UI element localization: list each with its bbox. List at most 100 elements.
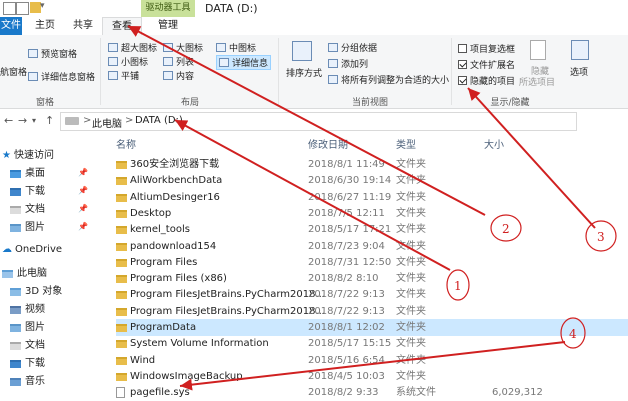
sort-icon (292, 41, 312, 61)
l-icons-button[interactable]: 大图标 (163, 41, 203, 54)
file-type: 系统文件 (396, 387, 436, 399)
table-row[interactable]: Wind 2018/5/16 6:54 文件夹 (116, 352, 628, 369)
file-name: 360安全浏览器下载 (130, 159, 220, 170)
nav-label: 快速访问 (13, 150, 54, 161)
preview-pane-button[interactable]: 预览窗格 (28, 47, 77, 60)
table-row[interactable]: pandownload154 2018/7/23 9:04 文件夹 (116, 238, 628, 255)
window-title: DATA (D:) (205, 2, 258, 15)
nav-pictures-2[interactable]: 图片 (10, 320, 45, 336)
sort-button[interactable]: 排序方式 (286, 66, 322, 79)
hide-selected-icon (530, 40, 546, 60)
table-row[interactable]: 360安全浏览器下载 2018/8/1 11:49 文件夹 (116, 156, 628, 173)
forward-icon[interactable]: → (18, 114, 27, 127)
nav-downloads[interactable]: 下载 (10, 184, 45, 200)
add-column-button[interactable]: 添加列 (328, 57, 368, 70)
nav-label: 文档 (25, 204, 45, 215)
nav-3d-objects[interactable]: 3D 对象 (10, 284, 62, 300)
tab-view[interactable]: 查看 (102, 17, 142, 37)
preview-pane-icon (28, 49, 38, 58)
checkbox-icon[interactable] (16, 2, 29, 15)
file-name: Program FilesJetBrains.PyCharm2018... (130, 305, 325, 317)
folder-icon (116, 226, 127, 235)
nav-music[interactable]: 音乐 (10, 374, 45, 390)
quick-access-icon[interactable] (3, 2, 16, 15)
up-icon[interactable]: ↑ (45, 114, 54, 127)
file-type: 文件夹 (396, 240, 426, 252)
table-row[interactable]: System Volume Information 2018/5/17 15:15… (116, 335, 628, 352)
nav-videos[interactable]: 视频 (10, 302, 45, 318)
column-header-size[interactable]: 大小 (484, 136, 504, 151)
address-input[interactable]: > 此电脑 > DATA (D:) (60, 112, 577, 131)
column-header-date[interactable]: 修改日期 (308, 136, 348, 151)
table-row[interactable]: Program Files (x86) 2018/8/2 8:10 文件夹 (116, 270, 628, 287)
details-pane-button[interactable]: 详细信息窗格 (28, 70, 95, 83)
breadcrumb-this-pc[interactable]: 此电脑 (92, 115, 122, 130)
ribbon: 航窗格 预览窗格 详细信息窗格 窗格 超大图标 大图标 中图标 小图标 列表 详… (0, 35, 628, 109)
folder-icon (116, 242, 127, 251)
pin-icon[interactable]: 📌 (78, 186, 88, 195)
nav-desktop[interactable]: 桌面 (10, 166, 45, 182)
nav-this-pc[interactable]: 此电脑 (2, 266, 47, 282)
file-date: 2018/7/22 9:13 (308, 289, 385, 301)
nav-documents-2[interactable]: 文档 (10, 338, 45, 354)
file-ext-toggle[interactable]: 文件扩展名 (458, 58, 515, 71)
tiles-button[interactable]: 平铺 (108, 69, 139, 82)
tab-manage[interactable]: 管理 (148, 17, 188, 35)
recent-dropdown-icon[interactable]: ▾ (32, 116, 36, 125)
s-icons-button[interactable]: 小图标 (108, 55, 148, 68)
add-column-label: 添加列 (341, 60, 369, 70)
desktop-icon (10, 170, 21, 178)
options-icon (571, 40, 589, 60)
table-row[interactable]: Program FilesJetBrains.PyCharm2018... 201… (116, 286, 628, 303)
pin-icon[interactable]: 📌 (78, 222, 88, 231)
table-row[interactable]: kernel_tools 2018/5/17 17:21 文件夹 (116, 221, 628, 238)
xl-icons-button[interactable]: 超大图标 (108, 41, 157, 54)
table-row[interactable]: AliWorkbenchData 2018/6/30 19:14 文件夹 (116, 172, 628, 189)
file-type: 文件夹 (396, 305, 426, 317)
tab-home[interactable]: 主页 (28, 17, 62, 35)
breadcrumb-drive[interactable]: DATA (D:) (135, 115, 183, 126)
nav-documents[interactable]: 文档 (10, 202, 45, 218)
pin-icon[interactable]: 📌 (78, 168, 88, 177)
file-ext-checkbox[interactable] (458, 60, 467, 69)
options-button[interactable]: 选项 (570, 65, 588, 78)
hidden-items-toggle[interactable]: 隐藏的项目 (458, 74, 515, 87)
content-view-button[interactable]: 内容 (163, 69, 194, 82)
nav-pane-button[interactable]: 航窗格 (0, 65, 27, 78)
nav-label: 图片 (25, 322, 45, 333)
group-by-button[interactable]: 分组依据 (328, 41, 377, 54)
table-row[interactable]: Desktop 2018/7/5 12:11 文件夹 (116, 205, 628, 222)
table-row[interactable]: ProgramData 2018/8/1 12:02 文件夹 (116, 319, 628, 336)
item-checkbox-checkbox[interactable] (458, 44, 467, 53)
table-row[interactable]: Program FilesJetBrains.PyCharm2018... 201… (116, 303, 628, 320)
folder-icon (116, 258, 127, 267)
table-row[interactable]: WindowsImageBackup 2018/4/5 10:03 文件夹 (116, 368, 628, 385)
column-header-name[interactable]: 名称 (116, 136, 136, 151)
table-row[interactable]: AltiumDesinger16 2018/6/27 11:19 文件夹 (116, 189, 628, 206)
item-checkbox-toggle[interactable]: 项目复选框 (458, 42, 515, 55)
nav-onedrive[interactable]: ☁ OneDrive (2, 242, 62, 258)
nav-downloads-2[interactable]: 下载 (10, 356, 45, 372)
nav-pictures[interactable]: 图片 (10, 220, 45, 236)
chevron-down-icon[interactable]: ▾ (40, 1, 45, 11)
pin-icon[interactable]: 📌 (78, 204, 88, 213)
fit-columns-button[interactable]: 将所有列调整为合适的大小 (328, 73, 449, 86)
sort-label: 排序方式 (286, 69, 323, 79)
tab-share[interactable]: 共享 (66, 17, 100, 35)
nav-quick-access[interactable]: ★ 快速访问 (2, 148, 54, 164)
list-view-button[interactable]: 列表 (163, 55, 194, 68)
divider (100, 38, 101, 105)
details-view-button[interactable]: 详细信息 (216, 55, 272, 70)
column-header-type[interactable]: 类型 (396, 136, 416, 151)
hidden-items-checkbox[interactable] (458, 76, 467, 85)
back-icon[interactable]: ← (4, 114, 13, 127)
table-row[interactable]: pagefile.sys 2018/8/2 9:33 系统文件 6,029,312 (116, 384, 628, 401)
m-icons-button[interactable]: 中图标 (216, 41, 256, 54)
ribbon-tabs: 文件 主页 共享 查看 管理 (0, 17, 628, 37)
tab-file[interactable]: 文件 (0, 17, 22, 35)
table-row[interactable]: Program Files 2018/7/31 12:50 文件夹 (116, 254, 628, 271)
folder-icon (116, 340, 127, 349)
folder-icon (116, 307, 127, 316)
video-icon (10, 306, 21, 314)
file-type: 文件夹 (396, 322, 426, 333)
